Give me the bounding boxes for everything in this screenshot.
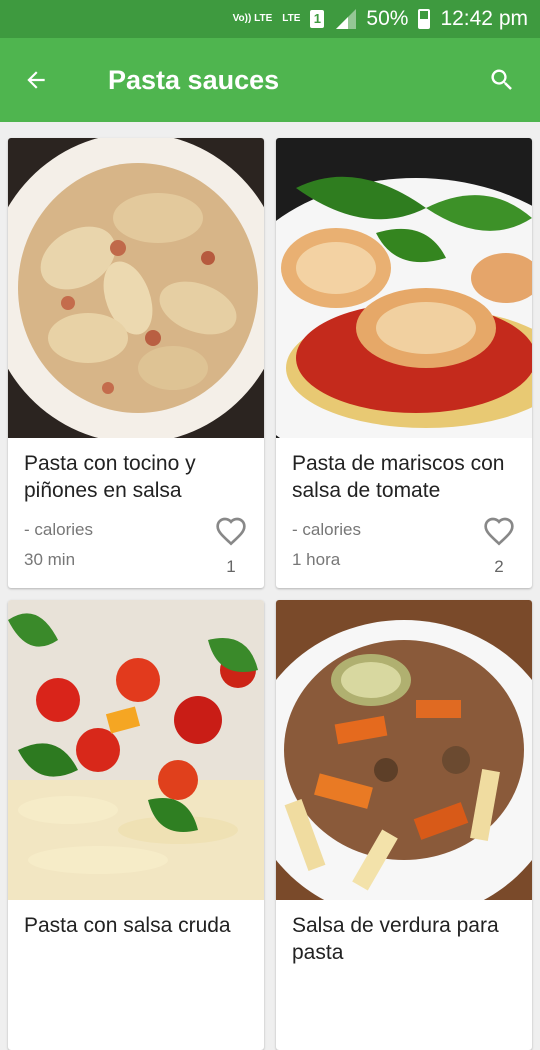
recipe-card[interactable]: Pasta con salsa cruda (8, 600, 264, 1050)
recipe-card[interactable]: Pasta con tocino y piñones en salsa - ca… (8, 138, 264, 588)
recipe-card[interactable]: Salsa de verdura para pasta (276, 600, 532, 1050)
search-button[interactable] (482, 60, 522, 100)
search-icon (491, 69, 512, 90)
page-title: Pasta sauces (108, 64, 280, 95)
like-button[interactable]: 2 (482, 516, 516, 577)
heart-icon (484, 517, 514, 546)
recipe-card[interactable]: Pasta de mariscos con salsa de tomate - … (276, 138, 532, 588)
signal-icon (336, 9, 357, 29)
like-button[interactable]: 1 (214, 516, 248, 577)
recipe-title: Salsa de verdura para pasta (292, 914, 499, 964)
app-bar: Pasta sauces (0, 38, 540, 122)
battery-icon (418, 9, 431, 29)
recipe-photo (8, 138, 264, 438)
status-bar: Vo)) LTE LTE 1 50% 12:42 pm (0, 0, 540, 38)
recipe-info: Pasta de mariscos con salsa de tomate - … (276, 438, 532, 588)
like-count: 2 (494, 557, 504, 576)
recipe-photo (8, 600, 264, 900)
clock: 12:42 pm (440, 7, 528, 30)
recipe-title: Pasta con tocino y piñones en salsa (24, 452, 196, 502)
recipe-title: Pasta con salsa cruda (24, 914, 231, 937)
sim-icon: 1 (310, 10, 325, 28)
lte-indicator: LTE (282, 13, 301, 24)
recipe-info: Pasta con salsa cruda (8, 900, 264, 1050)
recipe-info: Pasta con tocino y piñones en salsa - ca… (8, 438, 264, 588)
back-button[interactable] (0, 38, 72, 122)
recipe-grid: Pasta con tocino y piñones en salsa - ca… (8, 138, 532, 1050)
recipe-title: Pasta de mariscos con salsa de tomate (292, 452, 505, 502)
volte-indicator: Vo)) LTE (232, 13, 273, 24)
back-arrow-icon (27, 71, 45, 89)
battery-percent: 50% (366, 7, 409, 30)
recipe-info: Salsa de verdura para pasta (276, 900, 532, 1050)
like-count: 1 (226, 557, 236, 576)
recipe-photo (276, 600, 532, 900)
heart-icon (216, 517, 246, 546)
recipe-photo (276, 138, 532, 438)
